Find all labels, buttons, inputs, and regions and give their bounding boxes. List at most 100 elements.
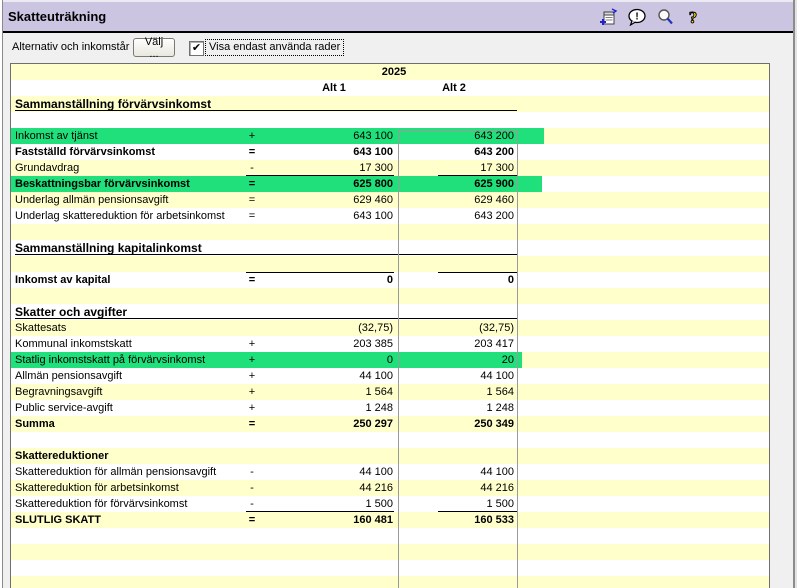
row-label: Skattereduktion för förvärvsinkomst [15, 496, 187, 512]
table-row[interactable]: Grundavdrag - 17 300 17 300 [11, 160, 769, 176]
section-heading-row: Skatter och avgifter [11, 304, 769, 320]
alt2-column-frame-top [398, 130, 518, 131]
row-value-alt1: 643 100 [271, 208, 393, 224]
section-heading-row: Sammanställning förvärvsinkomst [11, 96, 769, 112]
row-value-alt1: 17 300 [271, 160, 393, 176]
row-value-alt2: 1 248 [401, 400, 514, 416]
row-operator: = [241, 176, 263, 192]
row-value-alt1: 1 564 [271, 384, 393, 400]
row-label: Inkomst av tjänst [15, 128, 98, 144]
blank-row [11, 224, 769, 240]
section-heading: Skatter och avgifter [15, 304, 127, 320]
row-label: SLUTLIG SKATT [15, 512, 101, 528]
row-label: Inkomst av kapital [15, 272, 110, 288]
blank-row [11, 288, 769, 304]
show-used-rows-checkbox[interactable]: ✔ [189, 41, 204, 56]
row-operator: - [241, 160, 263, 176]
window-left-edge-line [2, 0, 3, 588]
new-calculation-icon[interactable] [600, 8, 618, 26]
table-row[interactable]: Begravningsavgift + 1 564 1 564 [11, 384, 769, 400]
row-value-alt2: 17 300 [401, 160, 514, 176]
row-value-alt2: (32,75) [401, 320, 514, 336]
row-label: Kommunal inkomstskatt [15, 336, 132, 352]
choose-button[interactable]: Välj ... [133, 38, 175, 57]
row-value-alt2: 0 [401, 272, 514, 288]
alt1-column-header: Alt 1 [271, 80, 397, 96]
row-operator: + [241, 128, 263, 144]
year-header-row: 2025 [11, 64, 769, 80]
table-row[interactable]: Skattesats (32,75) (32,75) [11, 320, 769, 336]
help-icon[interactable]: ? [684, 8, 702, 26]
page-title: Skatteuträkning [8, 9, 106, 24]
row-value-alt1: 629 460 [271, 192, 393, 208]
row-label: Statlig inkomstskatt på förvärvsinkomst [15, 352, 205, 368]
row-value-alt2: 20 [401, 352, 514, 368]
row-value-alt1: 643 100 [271, 128, 393, 144]
table-row[interactable]: Skattereduktion för allmän pensionsavgif… [11, 464, 769, 480]
row-value-alt2: 44 100 [401, 464, 514, 480]
blank-row [11, 256, 769, 272]
row-operator: + [241, 352, 263, 368]
row-value-alt1: 0 [271, 352, 393, 368]
blank-row [11, 560, 769, 576]
row-label: Underlag skattereduktion för arbetsinkom… [15, 208, 225, 224]
section-heading: Sammanställning kapitalinkomst [15, 240, 202, 256]
options-bar: Alternativ och inkomstår Välj ... ✔ Visa… [0, 33, 797, 63]
table-row[interactable]: Underlag skattereduktion för arbetsinkom… [11, 208, 769, 224]
blank-row [11, 528, 769, 544]
table-row[interactable]: SLUTLIG SKATT = 160 481 160 533 [11, 512, 769, 528]
alternatives-label: Alternativ och inkomstår [12, 41, 129, 53]
row-operator: + [241, 384, 263, 400]
table-row[interactable]: Skattereduktion för förvärvsinkomst - 1 … [11, 496, 769, 512]
row-operator: - [241, 480, 263, 496]
titlebar: Skatteuträkning ! [0, 0, 797, 33]
row-operator: = [241, 416, 263, 432]
table-row[interactable]: Inkomst av tjänst + 643 100 643 200 [11, 128, 769, 144]
row-operator: = [241, 512, 263, 528]
table-row[interactable]: Allmän pensionsavgift + 44 100 44 100 [11, 368, 769, 384]
blank-row [11, 112, 769, 128]
table-row[interactable]: Summa = 250 297 250 349 [11, 416, 769, 432]
row-value-alt1: 625 800 [271, 176, 393, 192]
svg-text:?: ? [689, 8, 698, 26]
row-value-alt2: 250 349 [401, 416, 514, 432]
row-value-alt1: 44 216 [271, 480, 393, 496]
row-label: Allmän pensionsavgift [15, 368, 122, 384]
row-value-alt1: 250 297 [271, 416, 393, 432]
row-operator: = [241, 192, 263, 208]
row-value-alt1: 0 [271, 272, 393, 288]
row-value-alt2: 44 100 [401, 368, 514, 384]
comment-icon[interactable]: ! [628, 8, 646, 26]
subsection-heading-row: Skattereduktioner [11, 448, 769, 464]
row-label: Fastställd förvärvsinkomst [15, 144, 155, 160]
row-operator: = [241, 144, 263, 160]
table-row[interactable]: Inkomst av kapital = 0 0 [11, 272, 769, 288]
show-used-rows-label[interactable]: Visa endast använda rader [205, 39, 344, 56]
section-heading: Sammanställning förvärvsinkomst [15, 96, 211, 112]
row-label: Public service-avgift [15, 400, 113, 416]
row-label: Skattereduktion för arbetsinkomst [15, 480, 179, 496]
blank-row [11, 544, 769, 560]
svg-text:!: ! [635, 12, 638, 23]
table-row[interactable]: Skattereduktion för arbetsinkomst - 44 2… [11, 480, 769, 496]
row-value-alt2: 203 417 [401, 336, 514, 352]
table-row[interactable]: Public service-avgift + 1 248 1 248 [11, 400, 769, 416]
year-header: 2025 [271, 64, 517, 80]
row-value-alt1: 160 481 [271, 512, 393, 528]
row-label: Underlag allmän pensionsavgift [15, 192, 168, 208]
search-icon[interactable] [656, 8, 674, 26]
table-row[interactable]: Fastställd förvärvsinkomst = 643 100 643… [11, 144, 769, 160]
row-operator: + [241, 368, 263, 384]
table-row[interactable]: Beskattningsbar förvärvsinkomst = 625 80… [11, 176, 769, 192]
row-label: Skattesats [15, 320, 66, 336]
row-value-alt2: 625 900 [401, 176, 514, 192]
table-row[interactable]: Statlig inkomstskatt på förvärvsinkomst … [11, 352, 769, 368]
table-row[interactable]: Kommunal inkomstskatt + 203 385 203 417 [11, 336, 769, 352]
row-label: Skattereduktion för allmän pensionsavgif… [15, 464, 216, 480]
row-value-alt1: 1 248 [271, 400, 393, 416]
row-operator: - [241, 496, 263, 512]
row-value-alt2: 1 564 [401, 384, 514, 400]
row-value-alt1: 643 100 [271, 144, 393, 160]
blank-row [11, 576, 769, 588]
table-row[interactable]: Underlag allmän pensionsavgift = 629 460… [11, 192, 769, 208]
